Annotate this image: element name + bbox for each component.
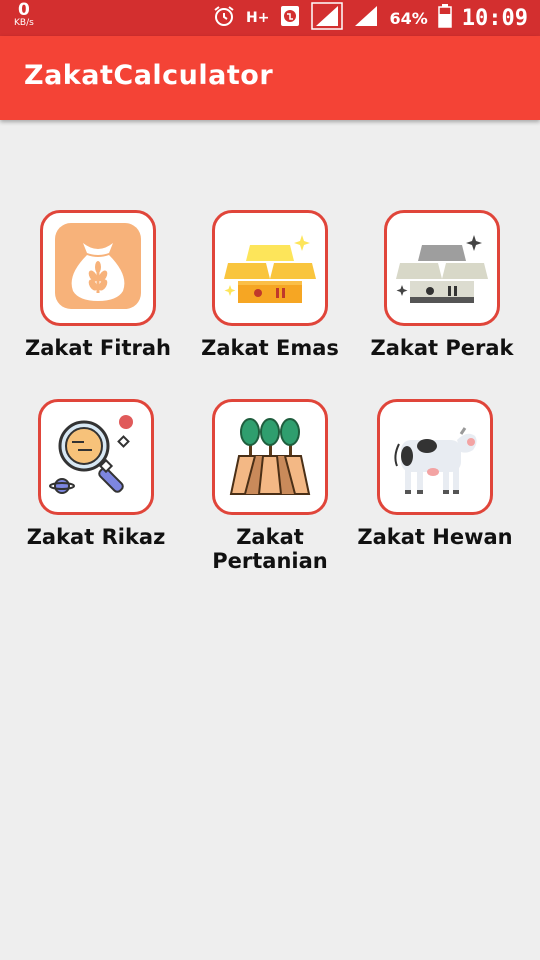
network-speed: 0 KB/s: [14, 2, 34, 28]
app-title: ZakatCalculator: [24, 60, 274, 91]
network-speed-unit: KB/s: [14, 18, 34, 28]
menu-item-label: Zakat Hewan: [357, 525, 513, 549]
battery-icon: [438, 4, 452, 32]
menu-item-label: Zakat Rikaz: [26, 525, 166, 549]
menu-item-label: Zakat Emas: [201, 336, 339, 360]
alarm-icon: [212, 4, 236, 32]
menu-item-zakat-hewan[interactable]: Zakat Hewan: [349, 399, 521, 549]
menu-item-zakat-emas[interactable]: Zakat Emas: [184, 210, 356, 360]
clock: 10:09: [461, 5, 528, 31]
signal-icon: [311, 2, 344, 34]
farm-field-icon: [225, 410, 315, 504]
menu-item-zakat-pertanian[interactable]: Zakat Pertanian: [184, 399, 356, 573]
gold-bars-icon: [222, 221, 318, 315]
globe-icon: [279, 4, 301, 32]
menu-item-icon-box: [38, 399, 154, 515]
magnifier-treasure-icon: [48, 410, 144, 504]
status-icons: H+ 64% 10:09: [212, 2, 528, 34]
menu-item-icon-box: [384, 210, 500, 326]
menu-item-zakat-fitrah[interactable]: Zakat Fitrah: [12, 210, 184, 360]
network-type-icon: H+: [246, 11, 269, 25]
menu-item-label: Zakat Perak: [370, 336, 514, 360]
menu-item-icon-box: [212, 210, 328, 326]
menu-item-icon-box: [377, 399, 493, 515]
menu-item-icon-box: [212, 399, 328, 515]
menu-item-label: Zakat Fitrah: [25, 336, 171, 360]
signal-icon-2: [353, 4, 379, 32]
app-bar: ZakatCalculator: [0, 36, 540, 120]
network-speed-value: 0: [17, 0, 30, 20]
battery-percent: 64%: [389, 8, 428, 28]
status-bar: 0 KB/s H+ 64% 10:09: [0, 0, 540, 36]
network-type-label: H+: [246, 10, 270, 26]
menu-item-icon-box: [40, 210, 156, 326]
menu-item-label: Zakat Pertanian: [212, 525, 328, 573]
rice-sack-icon: [53, 221, 143, 315]
menu-item-zakat-rikaz[interactable]: Zakat Rikaz: [10, 399, 182, 549]
menu-item-zakat-perak[interactable]: Zakat Perak: [356, 210, 528, 360]
silver-bars-icon: [394, 221, 490, 315]
cow-icon: [387, 410, 483, 504]
